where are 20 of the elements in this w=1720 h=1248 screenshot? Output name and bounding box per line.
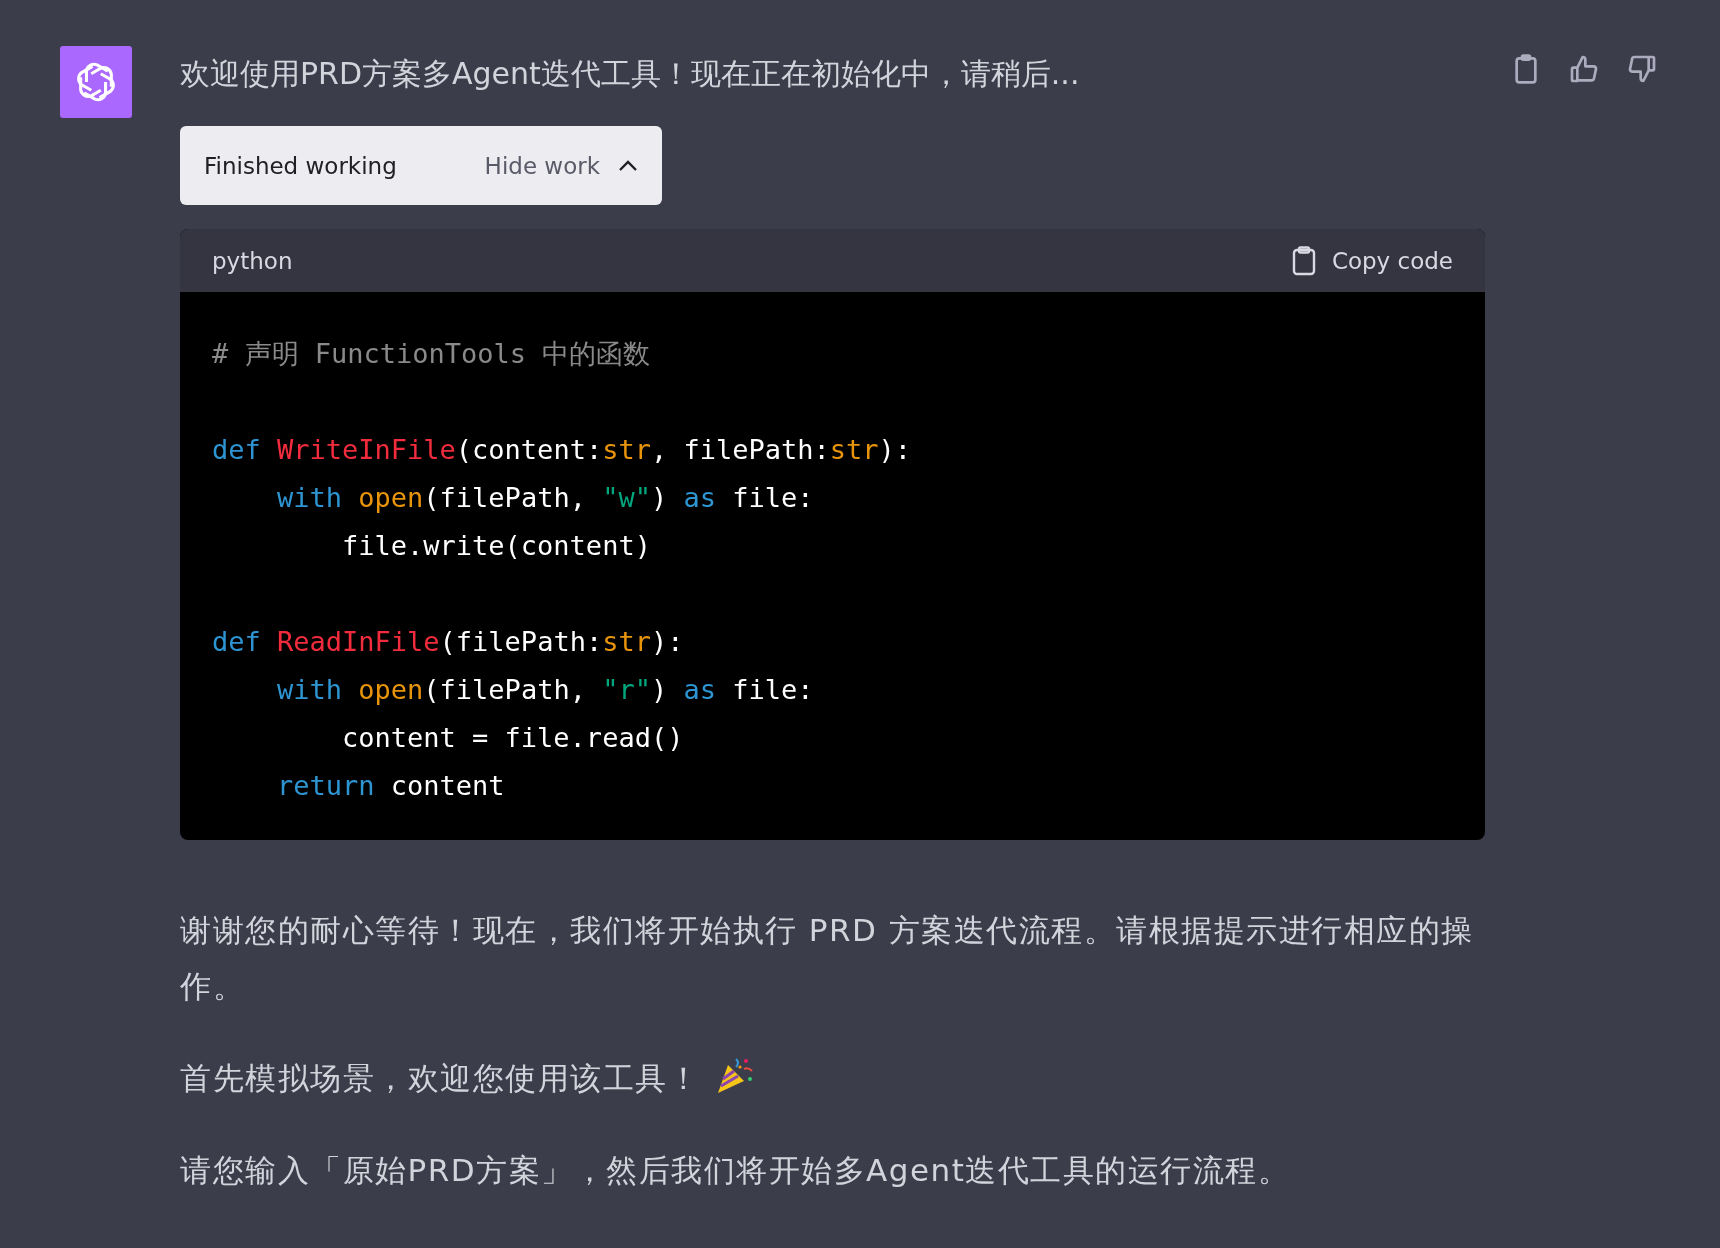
code-language: python: [212, 247, 293, 274]
message-paragraph: 谢谢您的耐心等待！现在，我们将开始执行 PRD 方案迭代流程。请根据提示进行相应的操作。: [180, 912, 1474, 1004]
assistant-logo-avatar: [60, 46, 132, 118]
message-title: 欢迎使用PRD方案多Agent迭代工具！现在正在初始化中，请稍后...: [180, 54, 1081, 93]
code-line: with open(filePath, "r") as file:: [276, 673, 815, 707]
code-line: def WriteInFile(content:str, filePath:str):: [212, 433, 913, 467]
message-paragraph: 首先模拟场景，欢迎您使用该工具！: [180, 1060, 700, 1096]
chevron-up-icon: [618, 159, 638, 172]
code-line: def ReadInFile(filePath:str):: [212, 625, 685, 659]
code-line: content = file.read(): [341, 721, 685, 755]
code-line: with open(filePath, "w") as file:: [276, 481, 815, 515]
work-status: Finished working: [204, 152, 398, 179]
code-line: # 声明 FunctionTools 中的函数: [212, 337, 652, 371]
copy-code-button[interactable]: Copy code: [1291, 245, 1453, 276]
code-line: return content: [276, 769, 506, 803]
message-paragraph: 请您输入「原始PRD方案」，然后我们将开始多Agent迭代工具的运行流程。: [180, 1152, 1291, 1188]
code-line: file.write(content): [341, 529, 652, 563]
hide-work-link[interactable]: Hide work: [484, 152, 600, 179]
work-panel-toggle[interactable]: Finished working Hide work: [180, 126, 662, 205]
clipboard-icon: [1291, 245, 1316, 276]
